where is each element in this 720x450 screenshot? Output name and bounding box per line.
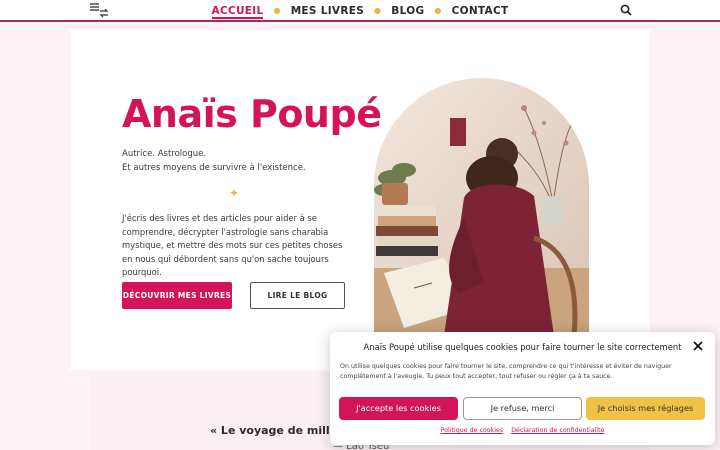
cookie-consent-banner: Anaïs Poupé utilise quelques cookies pou… bbox=[330, 332, 715, 445]
woman-writing-at-desk-photo bbox=[374, 78, 589, 336]
hero-subtitle: Autrice. Astrologue. Et autres moyens de… bbox=[122, 147, 306, 175]
hero-intro-text: J'écris des livres et des articles pour … bbox=[122, 213, 343, 277]
cookie-policy-link[interactable]: Politique de cookies bbox=[441, 427, 504, 434]
sparkle-icon: ✦ bbox=[229, 186, 240, 200]
subtitle-line: Et autres moyens de survivre à l'existen… bbox=[122, 163, 306, 173]
main-nav: ACCUEIL ● MES LIVRES ● BLOG ● CONTACT bbox=[0, 5, 720, 19]
subtitle-line: Autrice. Astrologue. bbox=[122, 149, 207, 159]
nav-item-accueil[interactable]: ACCUEIL bbox=[211, 5, 264, 19]
nav-separator: ● bbox=[434, 6, 442, 15]
page-title: Anaïs Poupé bbox=[122, 92, 382, 136]
cookie-description: On utilise quelques cookies pour faire t… bbox=[340, 363, 672, 380]
privacy-statement-link[interactable]: Déclaration de confidentialité bbox=[511, 427, 604, 434]
accept-cookies-button[interactable]: J'accepte les cookies bbox=[339, 397, 458, 420]
nav-item-blog[interactable]: BLOG bbox=[391, 5, 424, 17]
nav-separator: ● bbox=[273, 6, 281, 15]
cookie-preferences-button[interactable]: Je choisis mes réglages bbox=[586, 397, 705, 420]
cookie-links: Politique de cookies Déclaration de conf… bbox=[330, 427, 715, 434]
refuse-cookies-button[interactable]: Je refuse, merci bbox=[463, 397, 582, 420]
discover-books-button[interactable]: DÉCOUVRIR MES LIVRES bbox=[122, 282, 232, 309]
search-icon[interactable] bbox=[620, 4, 632, 16]
nav-item-contact[interactable]: CONTACT bbox=[452, 5, 509, 17]
read-blog-button[interactable]: LIRE LE BLOG bbox=[250, 282, 345, 309]
nav-separator: ● bbox=[374, 6, 382, 15]
close-icon[interactable] bbox=[692, 340, 704, 352]
cookie-title: Anaïs Poupé utilise quelques cookies pou… bbox=[363, 342, 682, 352]
nav-item-mes-livres[interactable]: MES LIVRES bbox=[291, 5, 364, 17]
top-navigation-bar: ACCUEIL ● MES LIVRES ● BLOG ● CONTACT bbox=[0, 0, 720, 22]
